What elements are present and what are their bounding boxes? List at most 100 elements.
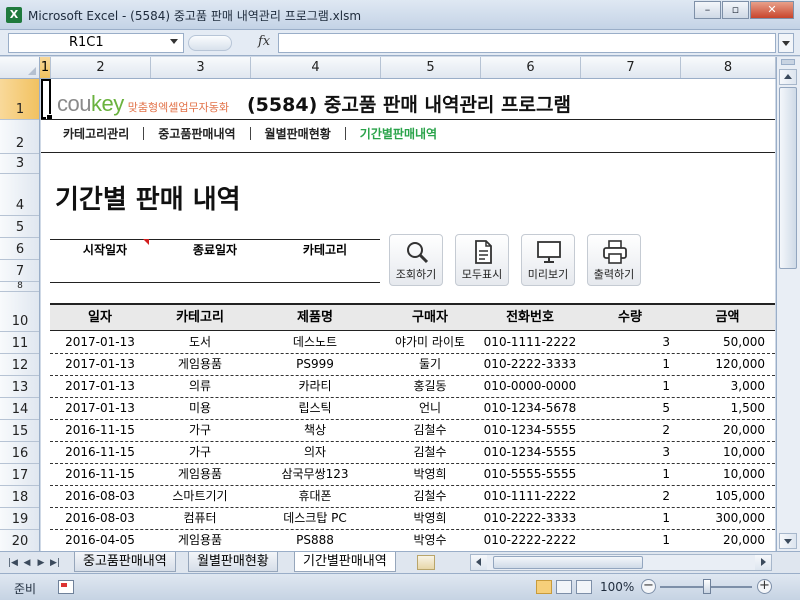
cell-buyer[interactable]: 언니 xyxy=(380,398,480,419)
table-row[interactable]: 2016-08-03 컴퓨터 데스크탑 PC 박영희 010-2222-3333… xyxy=(50,508,775,530)
vertical-scroll-thumb[interactable] xyxy=(779,87,797,269)
next-sheet-icon[interactable]: ▶ xyxy=(36,556,46,570)
formula-control-handle[interactable] xyxy=(188,35,232,51)
cell-phone[interactable]: 010-0000-0000 xyxy=(480,376,580,397)
cell-product[interactable]: 휴대폰 xyxy=(250,486,380,507)
row-header-10[interactable]: 10 xyxy=(0,292,39,332)
column-header-6[interactable]: 6 xyxy=(481,57,581,78)
table-row[interactable]: 2017-01-13 미용 립스틱 언니 010-1234-5678 5 1,5… xyxy=(50,398,775,420)
cell-amount[interactable]: 20,000 xyxy=(680,530,765,551)
show-all-button[interactable]: 모두표시 xyxy=(455,234,509,286)
normal-view-icon[interactable] xyxy=(536,580,552,594)
row-header-18[interactable]: 18 xyxy=(0,486,39,508)
table-row[interactable]: 2016-11-15 가구 책상 김철수 010-1234-5555 2 20,… xyxy=(50,420,775,442)
scroll-up-button[interactable] xyxy=(779,69,797,85)
cell-product[interactable]: PS888 xyxy=(250,530,380,551)
sheet-tab-monthly[interactable]: 월별판매현황 xyxy=(188,552,278,572)
column-header-1[interactable]: 1 xyxy=(40,57,51,78)
insert-function-button[interactable]: fx xyxy=(258,34,270,49)
cell-product[interactable]: 의자 xyxy=(250,442,380,463)
cell-amount[interactable]: 300,000 xyxy=(680,508,765,529)
row-header-13[interactable]: 13 xyxy=(0,376,39,398)
horizontal-scroll-thumb[interactable] xyxy=(493,556,643,569)
cell-category[interactable]: 도서 xyxy=(150,332,250,353)
row-header-3[interactable]: 3 xyxy=(0,154,39,174)
cell-qty[interactable]: 1 xyxy=(580,530,670,551)
zoom-level[interactable]: 100% xyxy=(600,580,634,594)
table-row[interactable]: 2017-01-13 의류 카라티 홍길동 010-0000-0000 1 3,… xyxy=(50,376,775,398)
row-header-4[interactable]: 4 xyxy=(0,174,39,216)
sheet-tab-period[interactable]: 기간별판매내역 xyxy=(294,552,396,572)
row-header-15[interactable]: 15 xyxy=(0,420,39,442)
cell-category[interactable]: 게임용품 xyxy=(150,354,250,375)
column-header-5[interactable]: 5 xyxy=(381,57,481,78)
cell-date[interactable]: 2016-08-03 xyxy=(50,508,150,529)
cell-buyer[interactable]: 둘기 xyxy=(380,354,480,375)
active-cell-cursor[interactable] xyxy=(41,79,53,121)
chevron-down-icon[interactable] xyxy=(170,39,178,44)
cell-phone[interactable]: 010-1111-2222 xyxy=(480,486,580,507)
nav-category-manage[interactable]: 카테고리관리 xyxy=(49,125,143,142)
row-header-7[interactable]: 7 xyxy=(0,260,39,282)
cell-category[interactable]: 스마트기기 xyxy=(150,486,250,507)
cell-phone[interactable]: 010-2222-2222 xyxy=(480,530,580,551)
worksheet[interactable]: coukey 맞춤형엑셀업무자동화 (5584) 중고품 판매 내역관리 프로그… xyxy=(41,79,775,551)
row-header-17[interactable]: 17 xyxy=(0,464,39,486)
cell-phone[interactable]: 010-5555-5555 xyxy=(480,464,580,485)
formula-input[interactable] xyxy=(278,33,776,53)
first-sheet-icon[interactable]: |◀ xyxy=(8,556,18,570)
cell-phone[interactable]: 010-1234-5555 xyxy=(480,442,580,463)
cell-amount[interactable]: 50,000 xyxy=(680,332,765,353)
cell-category[interactable]: 가구 xyxy=(150,420,250,441)
nav-period-sales[interactable]: 기간별판매내역 xyxy=(346,125,451,142)
column-header-2[interactable]: 2 xyxy=(51,57,151,78)
comment-indicator-icon[interactable] xyxy=(143,239,149,245)
row-header-1[interactable]: 1 xyxy=(0,79,39,120)
cell-amount[interactable]: 120,000 xyxy=(680,354,765,375)
row-header-20[interactable]: 20 xyxy=(0,530,39,551)
cell-amount[interactable]: 20,000 xyxy=(680,420,765,441)
cell-amount[interactable]: 10,000 xyxy=(680,464,765,485)
cell-date[interactable]: 2016-04-05 xyxy=(50,530,150,551)
cell-qty[interactable]: 1 xyxy=(580,464,670,485)
table-row[interactable]: 2016-04-05 게임용품 PS888 박영수 010-2222-2222 … xyxy=(50,530,775,551)
cell-phone[interactable]: 010-2222-3333 xyxy=(480,508,580,529)
cell-product[interactable]: 데스노트 xyxy=(250,332,380,353)
restore-button[interactable]: ▫ xyxy=(722,1,749,19)
last-sheet-icon[interactable]: ▶| xyxy=(50,556,60,570)
print-button[interactable]: 출력하기 xyxy=(587,234,641,286)
cell-date[interactable]: 2017-01-13 xyxy=(50,354,150,375)
cell-qty[interactable]: 1 xyxy=(580,508,670,529)
cell-buyer[interactable]: 박영수 xyxy=(380,530,480,551)
cell-amount[interactable]: 1,500 xyxy=(680,398,765,419)
vertical-scrollbar[interactable] xyxy=(776,57,800,551)
cell-date[interactable]: 2016-11-15 xyxy=(50,420,150,441)
row-header-19[interactable]: 19 xyxy=(0,508,39,530)
cell-amount[interactable]: 3,000 xyxy=(680,376,765,397)
column-header-3[interactable]: 3 xyxy=(151,57,251,78)
row-header-16[interactable]: 16 xyxy=(0,442,39,464)
table-row[interactable]: 2017-01-13 도서 데스노트 야가미 라이토 010-1111-2222… xyxy=(50,332,775,354)
cell-buyer[interactable]: 김철수 xyxy=(380,420,480,441)
scroll-right-button[interactable] xyxy=(755,555,771,570)
row-header-5[interactable]: 5 xyxy=(0,216,39,238)
cell-phone[interactable]: 010-1111-2222 xyxy=(480,332,580,353)
row-header-8[interactable]: 8 xyxy=(0,281,39,292)
row-header-12[interactable]: 12 xyxy=(0,354,39,376)
category-input[interactable] xyxy=(270,261,380,282)
cell-date[interactable]: 2017-01-13 xyxy=(50,332,150,353)
scroll-left-button[interactable] xyxy=(471,555,487,570)
cell-date[interactable]: 2017-01-13 xyxy=(50,376,150,397)
cell-amount[interactable]: 10,000 xyxy=(680,442,765,463)
cell-qty[interactable]: 3 xyxy=(580,332,670,353)
scroll-down-button[interactable] xyxy=(779,533,797,549)
cell-product[interactable]: 책상 xyxy=(250,420,380,441)
cell-category[interactable]: 미용 xyxy=(150,398,250,419)
horizontal-scrollbar[interactable] xyxy=(470,554,772,571)
cell-phone[interactable]: 010-1234-5555 xyxy=(480,420,580,441)
split-handle[interactable] xyxy=(781,59,795,65)
cell-product[interactable]: 립스틱 xyxy=(250,398,380,419)
row-header-2[interactable]: 2 xyxy=(0,120,39,154)
close-button[interactable]: ✕ xyxy=(750,1,794,19)
start-date-input[interactable] xyxy=(50,261,160,282)
